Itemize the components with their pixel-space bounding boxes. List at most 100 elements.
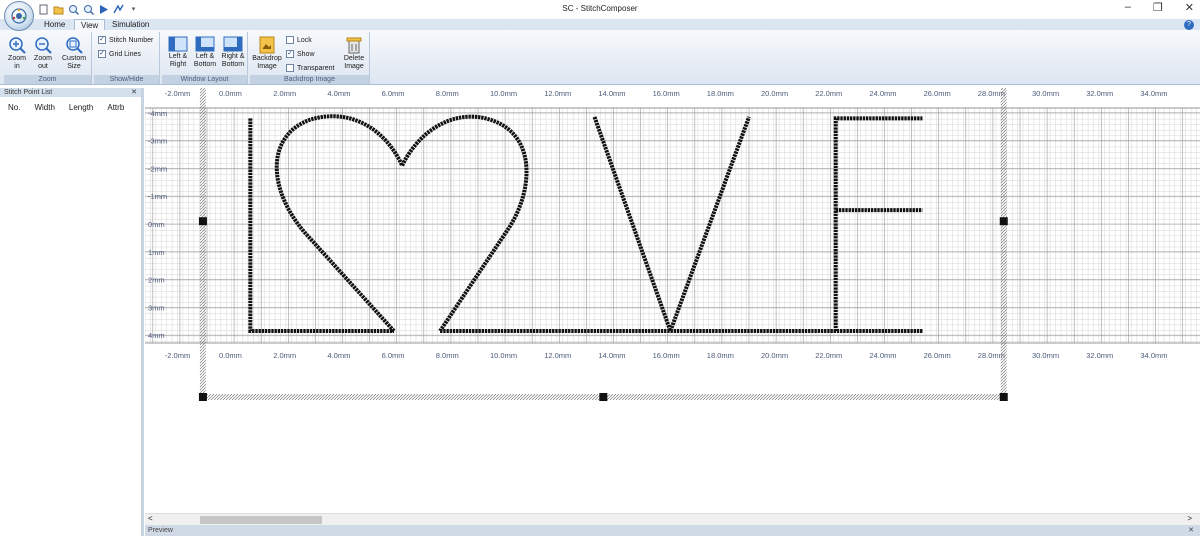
show-hide-group: ✓ Stitch Number ✓ Grid Lines Show/Hide [94,32,160,84]
ruler-y-label: -2mm [148,164,167,173]
stitch-canvas-svg[interactable]: -2.0mm 0.0mm 2.0mm 4.0mm 6.0mm 8.0mm 10.0mm 12.… [145,88,1200,513]
application-menu-button[interactable] [4,1,34,31]
right-bottom-layout-icon [223,36,243,52]
ruler-y-label: 3mm [148,303,165,312]
stitch-number-checkbox[interactable]: ✓ Stitch Number [98,36,153,44]
lock-checkbox[interactable]: Lock [286,36,312,44]
column-attrb[interactable]: Attrb [107,103,124,112]
app-logo-icon [11,8,27,24]
preview-panel-header: Preview ✕ [145,525,1200,536]
backdrop-group-label: Backdrop Image [250,75,369,84]
title-bar: ▾ SC - StitchComposer – ❐ ✕ [0,0,1200,31]
backdrop-image-icon [259,36,275,54]
column-width[interactable]: Width [34,103,54,112]
ruler-x-label: 2.0mm [273,351,296,360]
zoom-group-label: Zoom [4,75,91,84]
resize-handle[interactable] [999,393,1008,401]
preview-title: Preview [148,527,173,534]
ruler-top: -2.0mm 0.0mm 2.0mm 4.0mm 6.0mm 8.0mm 10.0mm 12.… [165,89,1168,98]
ruler-x-label: 30.0mm [1032,89,1059,98]
left-right-layout-icon [168,36,188,52]
ruler-x-label: 26.0mm [924,89,951,98]
custom-zoom-icon [66,37,83,54]
delete-image-button[interactable]: Delete Image [340,36,368,71]
ruler-x-label: 6.0mm [382,89,405,98]
ruler-x-label: 30.0mm [1032,351,1059,360]
close-button[interactable]: ✕ [1185,1,1194,14]
ruler-x-label: 20.0mm [761,89,788,98]
show-label: Show [297,50,315,58]
ruler-y-label: -1mm [148,192,167,201]
scroll-left-button[interactable]: < [148,514,153,523]
resize-handle[interactable] [599,393,608,401]
ruler-x-label: 8.0mm [436,89,459,98]
ruler-x-label: 16.0mm [653,351,680,360]
zoom-in-large-icon [9,37,26,54]
custom-size-button[interactable]: Custom Size [60,36,88,71]
zoom-out-button[interactable]: Zoom out [32,36,54,71]
transparent-checkbox[interactable]: Transparent [286,64,334,72]
ruler-y-label: -3mm [148,137,167,146]
tab-simulation[interactable]: Simulation [106,19,155,30]
grid-lines-checkbox[interactable]: ✓ Grid Lines [98,50,141,58]
ribbon-tabs: Home View Simulation [0,19,1200,30]
ruler-x-label: 10.0mm [490,89,517,98]
minimize-button[interactable]: – [1125,1,1131,14]
grid-lines [145,107,1200,344]
column-no[interactable]: No. [8,103,20,112]
tab-view[interactable]: View [74,19,106,30]
zoom-out-large-icon [35,37,52,54]
left-bottom-label: Left & Bottom [193,53,217,68]
left-right-label: Left & Right [168,53,188,68]
ruler-x-label: 14.0mm [598,351,625,360]
resize-handle[interactable] [198,393,207,401]
scroll-right-button[interactable]: > [1187,514,1192,523]
ruler-x-label: 22.0mm [815,89,842,98]
ruler-x-label: 12.0mm [544,89,571,98]
left-right-layout-button[interactable]: Left & Right [166,36,190,69]
ruler-x-label: 0.0mm [219,351,242,360]
ribbon: Zoom in Zoom out Custom Size Zoom ✓ Stit… [0,30,1200,85]
column-length[interactable]: Length [69,103,93,112]
ruler-x-label: 8.0mm [436,351,459,360]
ruler-x-label: 4.0mm [327,351,350,360]
tab-home[interactable]: Home [38,19,71,30]
lock-check [286,36,294,44]
horizontal-scrollbar[interactable]: < > [145,513,1200,525]
horizontal-scroll-thumb[interactable] [200,516,322,524]
ruler-x-label: 34.0mm [1140,351,1167,360]
ruler-x-label: 22.0mm [815,351,842,360]
transparent-label: Transparent [297,64,335,72]
right-bottom-layout-button[interactable]: Right & Bottom [220,36,246,69]
grid-lines-check: ✓ [98,50,106,58]
stitch-number-label: Stitch Number [109,36,154,44]
ruler-x-label: 10.0mm [490,351,517,360]
help-button[interactable]: ? [1184,20,1194,30]
backdrop-image-label: Backdrop Image [252,55,282,70]
custom-size-label: Custom Size [61,55,87,70]
ruler-x-label: 24.0mm [869,89,896,98]
stitch-number-check: ✓ [98,36,106,44]
backdrop-image-button[interactable]: Backdrop Image [252,36,282,71]
design-canvas[interactable]: -2.0mm 0.0mm 2.0mm 4.0mm 6.0mm 8.0mm 10.0mm 12.… [145,88,1200,513]
window-title: SC - StitchComposer [562,4,638,13]
ruler-x-label: 32.0mm [1086,89,1113,98]
restore-button[interactable]: ❐ [1153,1,1163,14]
left-bottom-layout-button[interactable]: Left & Bottom [192,36,218,69]
preview-close-button[interactable]: ✕ [1188,525,1194,536]
ruler-y-label: 2mm [148,276,165,285]
zoom-in-button[interactable]: Zoom in [6,36,28,71]
ruler-x-label: 34.0mm [1140,89,1167,98]
zoom-out-label: Zoom out [34,55,52,70]
ruler-x-label: 6.0mm [382,351,405,360]
show-check: ✓ [286,50,294,58]
resize-handle[interactable] [999,217,1008,226]
ruler-x-label: 26.0mm [924,351,951,360]
resize-handle[interactable] [198,217,207,226]
delete-image-icon [346,37,362,54]
ruler-x-label: 14.0mm [598,89,625,98]
ruler-y-label: 4mm [148,331,165,340]
show-checkbox[interactable]: ✓ Show [286,50,315,58]
ruler-x-label: 24.0mm [869,351,896,360]
close-panel-button[interactable]: ✕ [131,88,137,97]
